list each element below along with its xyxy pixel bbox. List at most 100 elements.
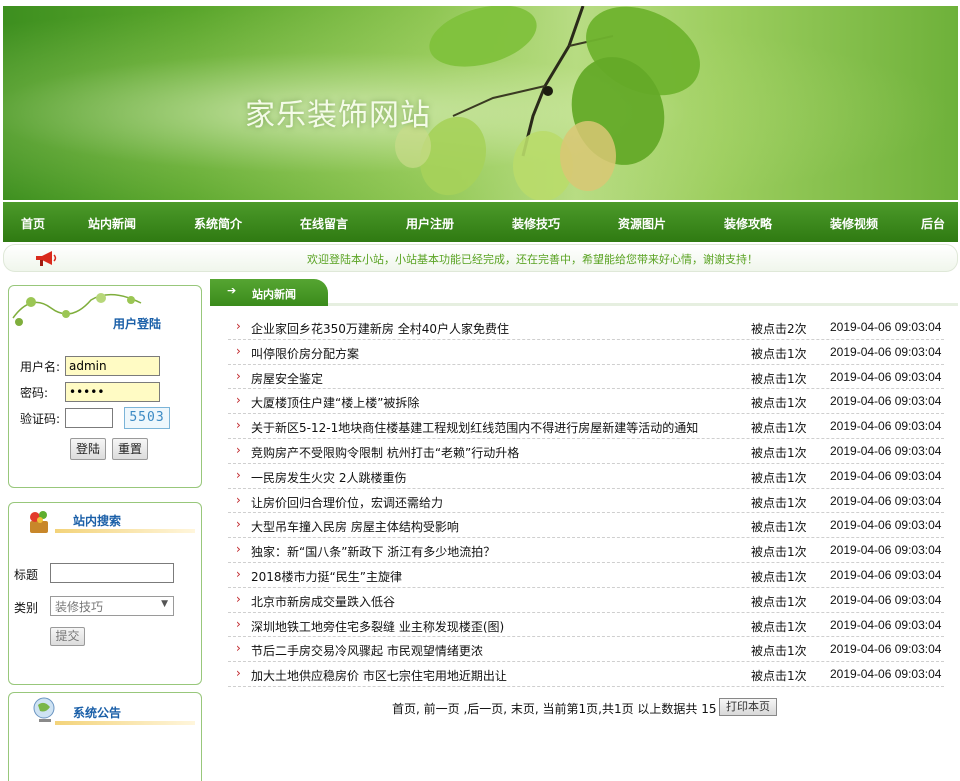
news-row[interactable]: › 让房价回归合理价位，宏调还需给力 被点击1次 2019-04-06 09:03:0… bbox=[228, 489, 944, 514]
news-hits: 被点击2次 bbox=[751, 322, 807, 336]
nav-item[interactable]: 装修攻略 bbox=[724, 215, 772, 232]
news-date: 2019-04-06 09:03:04 bbox=[830, 320, 942, 334]
news-row[interactable]: › 2018楼市力挺“民生”主旋律 被点击1次 2019-04-06 09:03:04 bbox=[228, 563, 944, 588]
password-input[interactable] bbox=[65, 382, 160, 402]
news-list: › 企业家回乡花350万建新房 全村40户人家免费住 被点击2次 2019-04-06… bbox=[228, 315, 944, 687]
news-title-link[interactable]: 大型吊车撞入民房 房屋主体结构受影响 bbox=[251, 518, 459, 535]
nav-item[interactable]: 后台 bbox=[921, 215, 945, 232]
news-row[interactable]: › 叫停限价房分配方案 被点击1次 2019-04-06 09:03:04 bbox=[228, 340, 944, 365]
nav-item[interactable]: 装修技巧 bbox=[512, 215, 560, 232]
nav-item[interactable]: 在线留言 bbox=[300, 215, 348, 232]
news-title-link[interactable]: 竞购房产不受限购令限制 杭州打击“老赖”行动升格 bbox=[251, 444, 519, 461]
search-title: 站内搜索 bbox=[73, 514, 122, 528]
news-date: 2019-04-06 09:03:04 bbox=[830, 344, 942, 359]
news-date: 2019-04-06 09:03:04 bbox=[830, 642, 942, 657]
bullet-arrow-icon: › bbox=[236, 368, 241, 383]
search-panel: 站内搜索 标题 类别 装修技巧 ▼ 提交 bbox=[8, 502, 202, 685]
category-select-value: 装修技巧 bbox=[55, 600, 104, 614]
search-category-label: 类别 bbox=[14, 601, 39, 615]
pagination-text[interactable]: 首页, 前一页 ,后一页, 末页, 当前第1页,共1页 以上数据共 15 条, bbox=[392, 700, 736, 717]
print-button[interactable]: 打印本页 bbox=[719, 698, 777, 716]
news-date: 2019-04-06 09:03:04 bbox=[830, 493, 942, 508]
news-date: 2019-04-06 09:03:04 bbox=[830, 592, 942, 607]
megaphone-icon bbox=[36, 251, 57, 266]
news-hits: 被点击1次 bbox=[751, 520, 807, 535]
news-title-link[interactable]: 2018楼市力挺“民生”主旋律 bbox=[251, 568, 402, 585]
search-title-label: 标题 bbox=[14, 568, 39, 582]
news-title-link[interactable]: 一民房发生火灾 2人跳楼重伤 bbox=[251, 469, 406, 486]
bullet-arrow-icon: › bbox=[236, 591, 241, 606]
news-date: 2019-04-06 09:03:04 bbox=[830, 443, 942, 458]
nav-item[interactable]: 资源图片 bbox=[618, 215, 666, 232]
news-row[interactable]: › 一民房发生火灾 2人跳楼重伤 被点击1次 2019-04-06 09:03:04 bbox=[228, 464, 944, 489]
news-hits: 被点击1次 bbox=[751, 346, 807, 361]
bullet-arrow-icon: › bbox=[236, 467, 241, 482]
nav-item[interactable]: 站内新闻 bbox=[88, 215, 136, 232]
news-hits: 被点击1次 bbox=[751, 669, 807, 684]
welcome-bar: 欢迎登陆本小站，小站基本功能已经完成，还在完善中，希望能给您带来好心情，谢谢支持… bbox=[3, 244, 958, 272]
captcha-label: 验证码: bbox=[20, 412, 61, 426]
nav-item[interactable]: 装修视频 bbox=[830, 215, 878, 232]
news-title-link[interactable]: 叫停限价房分配方案 bbox=[251, 345, 359, 362]
news-row[interactable]: › 企业家回乡花350万建新房 全村40户人家免费住 被点击2次 2019-04-06… bbox=[228, 315, 944, 340]
notice-title: 系统公告 bbox=[73, 706, 122, 720]
news-row[interactable]: › 深圳地铁工地旁住宅多裂缝 业主称发现楼歪(图) 被点击1次 2019-04-06 … bbox=[228, 613, 944, 638]
news-hits: 被点击1次 bbox=[751, 594, 807, 609]
news-date: 2019-04-06 09:03:04 bbox=[830, 667, 942, 682]
header-banner: 家乐装饰网站 bbox=[3, 6, 958, 200]
news-row[interactable]: › 大型吊车撞入民房 房屋主体结构受影响 被点击1次 2019-04-06 09:03… bbox=[228, 513, 944, 539]
title-underline bbox=[55, 721, 195, 725]
bullet-arrow-icon: › bbox=[236, 666, 241, 681]
news-row[interactable]: › 独家：新“国八条”新政下 浙江有多少地流拍？ 被点击1次 2019-04-06 0… bbox=[228, 538, 944, 563]
news-hits: 被点击1次 bbox=[751, 445, 807, 460]
bullet-arrow-icon: › bbox=[236, 517, 241, 532]
bullet-arrow-icon: › bbox=[236, 616, 241, 631]
nav-item[interactable]: 用户注册 bbox=[406, 215, 454, 232]
news-row[interactable]: › 加大土地供应稳房价 市区七宗住宅用地近期出让 被点击1次 2019-04-06 0… bbox=[228, 662, 944, 687]
bullet-arrow-icon: › bbox=[236, 393, 241, 408]
username-label: 用户名: bbox=[20, 360, 61, 374]
news-title-link[interactable]: 企业家回乡花350万建新房 全村40户人家免费住 bbox=[251, 320, 509, 337]
news-date: 2019-04-06 09:03:04 bbox=[830, 419, 942, 434]
news-date: 2019-04-06 09:03:04 bbox=[830, 543, 942, 558]
bullet-arrow-icon: › bbox=[236, 442, 241, 457]
news-date: 2019-04-06 09:03:04 bbox=[830, 567, 942, 582]
bullet-arrow-icon: › bbox=[236, 566, 241, 581]
captcha-input[interactable] bbox=[65, 408, 113, 428]
bullet-arrow-icon: › bbox=[236, 641, 241, 656]
tab-site-news[interactable]: ➔ 站内新闻 bbox=[210, 279, 328, 306]
username-input[interactable] bbox=[65, 356, 160, 376]
category-select[interactable]: 装修技巧 ▼ bbox=[50, 596, 174, 616]
news-title-link[interactable]: 房屋安全鉴定 bbox=[251, 370, 323, 387]
captcha-image[interactable]: 5503 bbox=[124, 407, 170, 429]
news-hits: 被点击1次 bbox=[751, 371, 807, 386]
news-hits: 被点击1次 bbox=[751, 470, 807, 485]
news-row[interactable]: › 房屋安全鉴定 被点击1次 2019-04-06 09:03:04 bbox=[228, 365, 944, 390]
reset-button[interactable]: 重置 bbox=[112, 438, 148, 460]
news-date: 2019-04-06 09:03:04 bbox=[830, 518, 942, 533]
news-date: 2019-04-06 09:03:04 bbox=[830, 468, 942, 483]
news-title-link[interactable]: 独家：新“国八条”新政下 浙江有多少地流拍？ bbox=[251, 543, 495, 560]
login-button[interactable]: 登陆 bbox=[70, 438, 106, 460]
news-row[interactable]: › 竞购房产不受限购令限制 杭州打击“老赖”行动升格 被点击1次 2019-04-06… bbox=[228, 439, 944, 464]
news-row[interactable]: › 北京市新房成交量跌入低谷 被点击1次 2019-04-06 09:03:04 bbox=[228, 588, 944, 613]
news-title-link[interactable]: 关于新区5-12-1地块商住楼基建工程规划红线范围内不得进行房屋新建等活动的通知 bbox=[251, 419, 698, 436]
news-row[interactable]: › 大厦楼顶住户建“楼上楼”被拆除 被点击1次 2019-04-06 09:03:04 bbox=[228, 389, 944, 415]
news-title-link[interactable]: 大厦楼顶住户建“楼上楼”被拆除 bbox=[251, 394, 419, 411]
news-date: 2019-04-06 09:03:04 bbox=[830, 617, 942, 632]
news-title-link[interactable]: 北京市新房成交量跌入低谷 bbox=[251, 593, 395, 610]
nav-item[interactable]: 系统简介 bbox=[194, 215, 242, 232]
news-title-link[interactable]: 让房价回归合理价位，宏调还需给力 bbox=[251, 494, 443, 511]
news-row[interactable]: › 节后二手房交易冷风骤起 市民观望情绪更浓 被点击1次 2019-04-06 09:… bbox=[228, 637, 944, 663]
bullet-arrow-icon: › bbox=[236, 418, 241, 433]
news-title-link[interactable]: 加大土地供应稳房价 市区七宗住宅用地近期出让 bbox=[251, 667, 507, 684]
welcome-text: 欢迎登陆本小站，小站基本功能已经完成，还在完善中，希望能给您带来好心情，谢谢支持… bbox=[307, 253, 758, 266]
search-submit-button[interactable]: 提交 bbox=[50, 627, 85, 646]
news-row[interactable]: › 关于新区5-12-1地块商住楼基建工程规划红线范围内不得进行房屋新建等活动的通… bbox=[228, 414, 944, 439]
nav-item[interactable]: 首页 bbox=[21, 215, 45, 232]
bullet-arrow-icon: › bbox=[236, 343, 241, 358]
flower-basket-icon bbox=[30, 511, 48, 533]
search-title-input[interactable] bbox=[50, 563, 174, 583]
news-title-link[interactable]: 深圳地铁工地旁住宅多裂缝 业主称发现楼歪(图) bbox=[251, 618, 504, 635]
news-title-link[interactable]: 节后二手房交易冷风骤起 市民观望情绪更浓 bbox=[251, 642, 483, 659]
